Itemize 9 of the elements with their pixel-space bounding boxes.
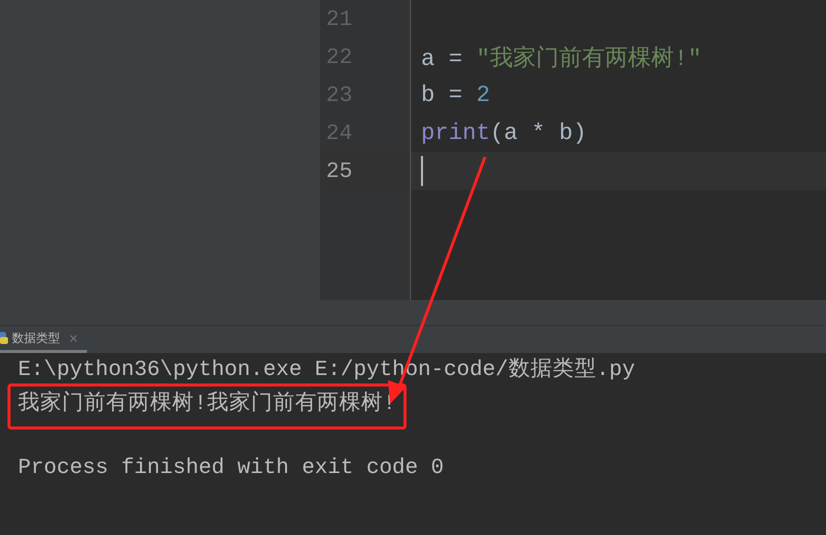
code-line: print(a * b) [420, 120, 587, 146]
line-number: 25 [325, 158, 352, 184]
python-icon [0, 331, 8, 345]
console-line: Process finished with exit code 0 [18, 455, 444, 482]
horizontal-scrollbar[interactable] [320, 300, 826, 325]
text-caret [421, 156, 423, 186]
code-line: b = 2 [420, 82, 490, 108]
close-icon[interactable] [68, 332, 79, 344]
code-line: a = "我家门前有两棵树!" [420, 44, 702, 72]
